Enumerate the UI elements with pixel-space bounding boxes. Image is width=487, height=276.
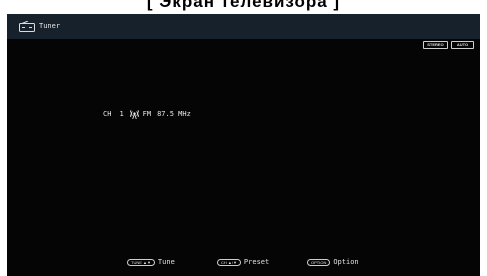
tv-screen: Tuner STEREO AUTO CH 1 FM 87.5 MHz TUNE … (7, 14, 480, 276)
band-label: FM (142, 110, 152, 118)
station-info: CH 1 FM 87.5 MHz (103, 110, 191, 119)
option-hint: OPTION Option (307, 257, 359, 267)
header-bar: Tuner (7, 14, 480, 39)
tune-key: TUNE ▲▼ (127, 258, 155, 266)
screen-caption: [ Экран телевизора ] (146, 0, 341, 11)
frequency-value: 87.5 MHz (157, 110, 191, 118)
stereo-badge: STEREO (423, 41, 448, 49)
preset-hint: CH ▲/▼ Preset (217, 257, 269, 267)
tune-label: Tune (157, 258, 175, 266)
preset-key: CH ▲/▼ (217, 258, 241, 266)
tuner-icon (19, 21, 35, 32)
status-badges: STEREO AUTO (423, 41, 474, 49)
option-key: OPTION (307, 258, 331, 266)
option-label: Option (333, 258, 359, 266)
footer-hints: TUNE ▲▼ Tune CH ▲/▼ Preset OPTION Option (7, 257, 480, 267)
page-title: Tuner (39, 22, 61, 30)
channel-number: 1 (119, 110, 124, 118)
antenna-icon (129, 110, 139, 119)
channel-label: CH (103, 110, 112, 118)
tune-hint: TUNE ▲▼ Tune (127, 257, 175, 267)
auto-badge: AUTO (451, 41, 474, 49)
preset-label: Preset (243, 258, 270, 266)
